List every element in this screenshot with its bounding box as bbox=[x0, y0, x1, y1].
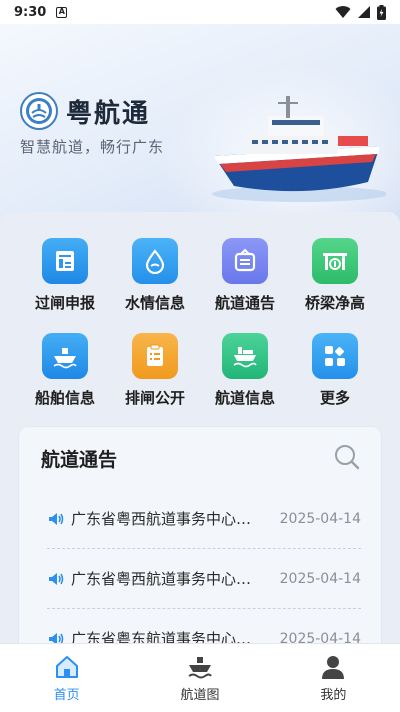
ship-icon bbox=[42, 333, 88, 379]
nav-label: 航道图 bbox=[180, 687, 220, 703]
status-bar: 9:30 A bbox=[0, 0, 400, 24]
nav-label: 首页 bbox=[53, 687, 80, 703]
clipboard-icon bbox=[132, 333, 178, 379]
ship-map-icon bbox=[188, 656, 212, 678]
nav-label: 我的 bbox=[320, 687, 347, 703]
notice-title: 广东省粤西航道事务中心… bbox=[71, 570, 252, 588]
speaker-icon bbox=[49, 512, 64, 525]
notice-item[interactable]: 广东省粤西航道事务中心… 2025-04-14 bbox=[47, 549, 361, 609]
quick-action-bridge-clearance[interactable]: 桥梁净高 bbox=[290, 238, 380, 313]
main-panel: 过闸申报 水情信息 航道通告 桥梁净高 船舶信息 排闸公开 航道信息 更多 航道… bbox=[0, 212, 400, 656]
quick-action-label: 水情信息 bbox=[124, 294, 185, 312]
bottom-nav: 首页 航道图 我的 bbox=[0, 643, 400, 712]
quick-action-label: 航道通告 bbox=[214, 294, 275, 312]
notice-card: 航道通告 广东省粤西航道事务中心… 2025-04-14 广东省粤西航道事务中心… bbox=[18, 426, 382, 656]
status-time: 9:30 bbox=[14, 4, 47, 20]
channel-ship-icon bbox=[222, 333, 268, 379]
water-drop-icon bbox=[132, 238, 178, 284]
notice-date: 2025-04-14 bbox=[279, 510, 361, 527]
quick-action-more[interactable]: 更多 bbox=[290, 333, 380, 408]
hero-banner: 粤航通 智慧航道，畅行广东 bbox=[0, 24, 400, 234]
quick-action-label: 船舶信息 bbox=[34, 389, 95, 407]
quick-action-lock-schedule[interactable]: 排闸公开 bbox=[110, 333, 200, 408]
battery-icon bbox=[377, 4, 386, 20]
quick-action-channel-notice[interactable]: 航道通告 bbox=[200, 238, 290, 313]
bridge-icon bbox=[312, 238, 358, 284]
quick-action-label: 航道信息 bbox=[214, 389, 275, 407]
nav-channel-map[interactable]: 航道图 bbox=[133, 644, 266, 712]
app-slogan: 智慧航道，畅行广东 bbox=[20, 138, 165, 156]
notice-date: 2025-04-14 bbox=[279, 570, 361, 587]
quick-action-ship-info[interactable]: 船舶信息 bbox=[20, 333, 110, 408]
quick-actions-grid: 过闸申报 水情信息 航道通告 桥梁净高 船舶信息 排闸公开 航道信息 更多 bbox=[0, 238, 400, 408]
app-logo-icon bbox=[20, 92, 58, 130]
quick-action-label: 更多 bbox=[319, 389, 350, 407]
notice-card-title: 航道通告 bbox=[41, 449, 118, 471]
more-grid-icon bbox=[312, 333, 358, 379]
signal-icon bbox=[358, 6, 370, 18]
ship-illustration bbox=[212, 96, 386, 202]
home-icon bbox=[55, 655, 78, 678]
quick-action-channel-info[interactable]: 航道信息 bbox=[200, 333, 290, 408]
brand-row: 粤航通 bbox=[20, 92, 150, 130]
quick-action-water-info[interactable]: 水情信息 bbox=[110, 238, 200, 313]
nav-profile[interactable]: 我的 bbox=[267, 644, 400, 712]
user-icon bbox=[322, 655, 345, 679]
quick-action-label: 过闸申报 bbox=[34, 294, 95, 312]
quick-action-label: 桥梁净高 bbox=[304, 294, 365, 312]
notice-title: 广东省粤西航道事务中心… bbox=[71, 510, 252, 528]
lock-declare-icon bbox=[42, 238, 88, 284]
wifi-icon bbox=[335, 6, 351, 19]
quick-action-label: 排闸公开 bbox=[124, 389, 185, 407]
quick-action-lock-declare[interactable]: 过闸申报 bbox=[20, 238, 110, 313]
search-icon[interactable] bbox=[333, 443, 361, 471]
app-title: 粤航通 bbox=[66, 98, 151, 129]
speaker-icon bbox=[49, 572, 64, 585]
notification-icon: A bbox=[56, 6, 68, 18]
notice-item[interactable]: 广东省粤西航道事务中心… 2025-04-14 bbox=[47, 489, 361, 549]
notice-board-icon bbox=[222, 238, 268, 284]
nav-home[interactable]: 首页 bbox=[0, 644, 133, 712]
